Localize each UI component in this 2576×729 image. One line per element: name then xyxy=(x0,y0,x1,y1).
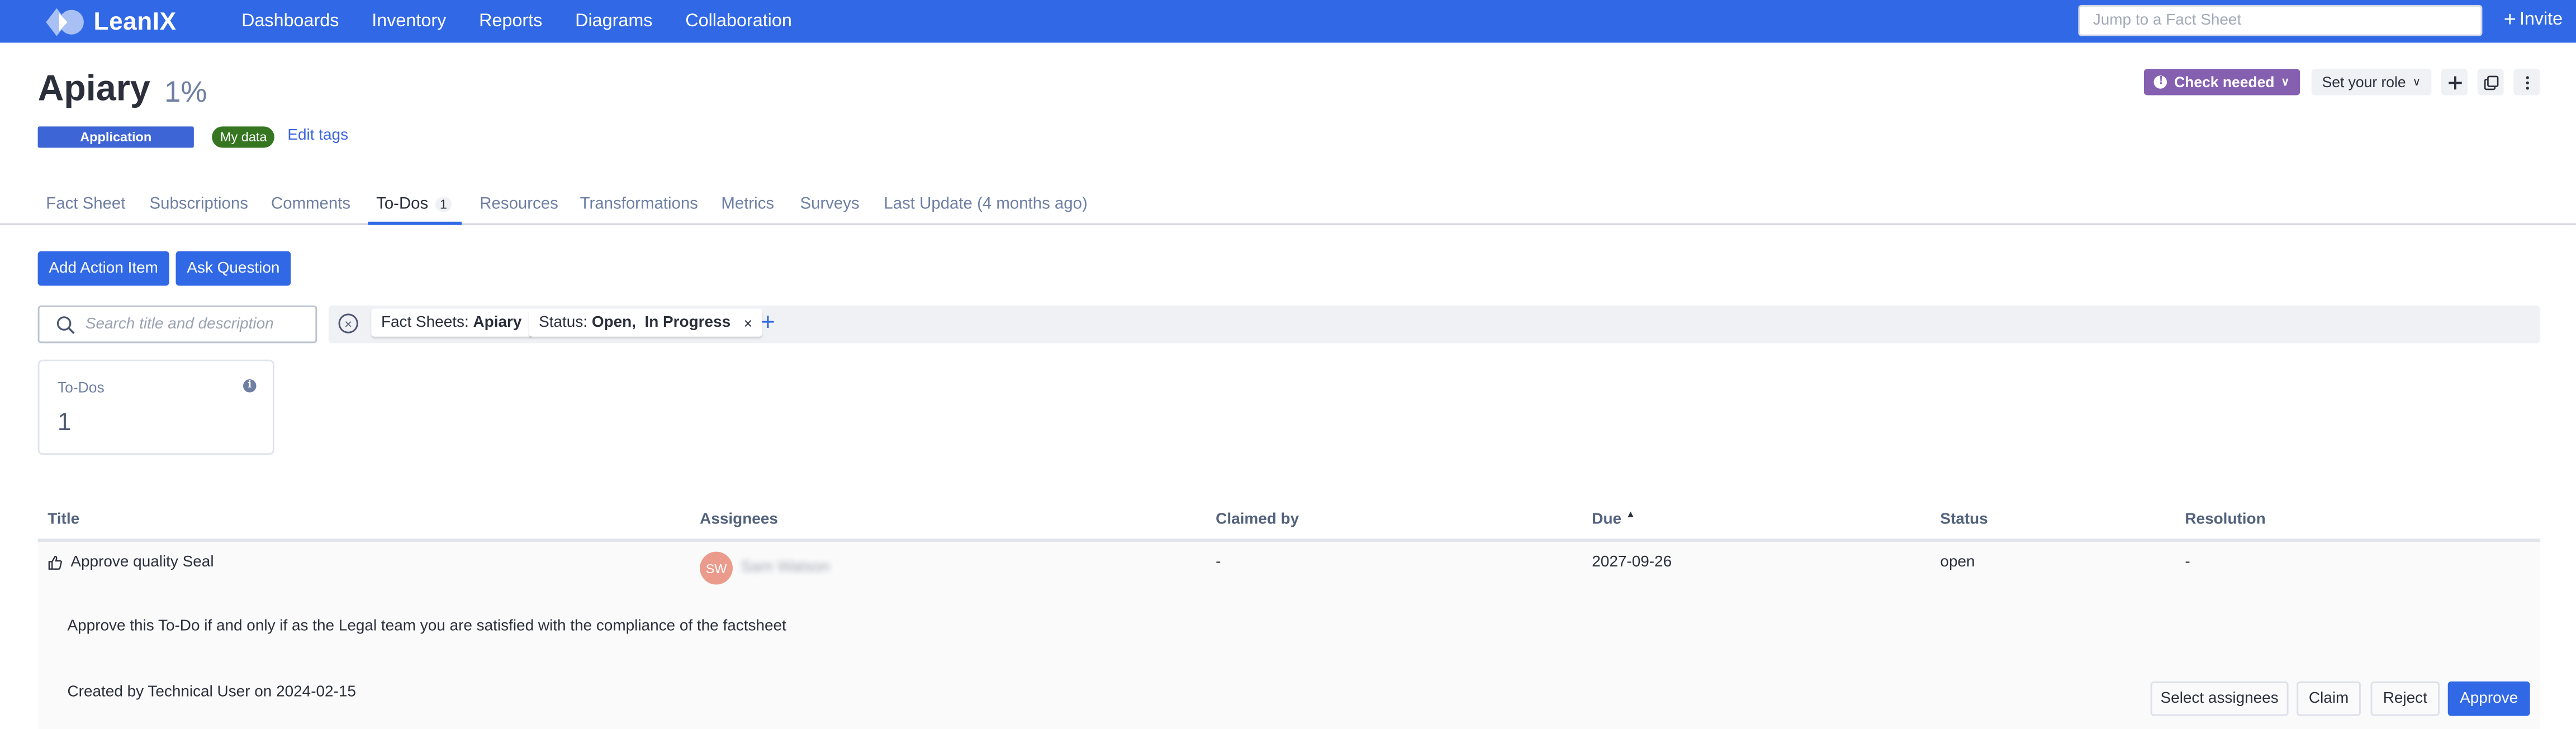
nav-dashboards[interactable]: Dashboards xyxy=(241,12,339,31)
fact-sheet-title: Apiary xyxy=(37,67,150,109)
plus-icon: + xyxy=(760,308,775,337)
tab-to-dos[interactable]: To-Dos 1 xyxy=(376,185,452,222)
todo-title-cell[interactable]: Approve quality Seal xyxy=(48,554,214,571)
todo-description: Approve this To-Do if and only if as the… xyxy=(67,617,786,636)
nav-diagrams[interactable]: Diagrams xyxy=(575,12,652,31)
fact-sheet-tabs: Fact Sheet Subscriptions Comments To-Dos… xyxy=(0,185,2576,225)
status-cell: open xyxy=(1940,553,1975,571)
tab-metrics[interactable]: Metrics xyxy=(721,185,774,222)
check-needed-button[interactable]: ! Check needed ∨ xyxy=(2143,69,2300,96)
avatar[interactable]: SW xyxy=(700,551,733,585)
column-header-title[interactable]: Title xyxy=(48,511,79,528)
close-icon: × xyxy=(344,316,352,331)
check-needed-label: Check needed xyxy=(2174,74,2275,90)
filter-key: Status: xyxy=(539,313,588,332)
nav-inventory[interactable]: Inventory xyxy=(372,12,446,31)
todo-title: Approve quality Seal xyxy=(70,553,214,571)
claim-button[interactable]: Claim xyxy=(2297,681,2361,716)
to-dos-metric-card: To-Dos i 1 xyxy=(37,359,274,455)
remove-filter-icon[interactable]: × xyxy=(744,315,752,331)
set-role-label: Set your role xyxy=(2322,74,2406,90)
top-navigation-bar: LeanIX Dashboards Inventory Reports Diag… xyxy=(0,0,2576,43)
logo-icon xyxy=(46,7,84,36)
page: LeanIX Dashboards Inventory Reports Diag… xyxy=(0,0,2576,729)
invite-button[interactable]: + Invite xyxy=(2504,8,2563,30)
metric-label: To-Dos xyxy=(57,379,105,396)
chevron-down-icon: ∨ xyxy=(2412,77,2421,89)
copy-icon xyxy=(2483,75,2498,89)
select-assignees-button[interactable]: Select assignees xyxy=(2150,681,2289,716)
filter-value: Apiary xyxy=(473,313,522,332)
resolution-cell: - xyxy=(2185,553,2190,571)
info-icon[interactable]: i xyxy=(243,379,257,393)
invite-label: Invite xyxy=(2519,9,2563,29)
filter-bar: × Fact Sheets: Apiary Status: Open, In P… xyxy=(328,305,2540,344)
add-filter-button[interactable]: + xyxy=(761,309,775,337)
plus-icon: + xyxy=(2503,6,2516,31)
thumbs-up-icon xyxy=(48,555,62,570)
tab-comments[interactable]: Comments xyxy=(271,185,350,222)
to-dos-count-badge: 1 xyxy=(435,196,452,211)
active-tab-indicator xyxy=(368,221,462,225)
tab-last-update[interactable]: Last Update (4 months ago) xyxy=(884,185,1087,222)
leanix-logo[interactable]: LeanIX xyxy=(46,7,176,36)
brand-name: LeanIX xyxy=(93,7,177,36)
nav-collaboration[interactable]: Collaboration xyxy=(685,12,792,31)
sort-ascending-icon: ▲ xyxy=(1625,511,1636,521)
assignee-name: Sam Watson xyxy=(741,558,830,576)
filter-chip-fact-sheets[interactable]: Fact Sheets: Apiary xyxy=(371,308,532,337)
tab-to-dos-label: To-Dos xyxy=(376,194,429,213)
due-date-cell: 2027-09-26 xyxy=(1592,553,1672,571)
chevron-down-icon: ∨ xyxy=(2281,77,2290,89)
column-header-assignees[interactable]: Assignees xyxy=(700,511,778,528)
fact-sheet-type-badge: Application xyxy=(37,126,194,148)
more-vertical-icon xyxy=(2525,75,2528,89)
search-input[interactable] xyxy=(82,313,302,335)
tab-fact-sheet[interactable]: Fact Sheet xyxy=(46,185,125,222)
column-header-claimed-by[interactable]: Claimed by xyxy=(1216,511,1299,528)
set-role-dropdown[interactable]: Set your role ∨ xyxy=(2311,69,2432,96)
search-icon xyxy=(56,315,75,333)
todo-search-box xyxy=(37,305,317,344)
exclamation-icon: ! xyxy=(2154,75,2168,89)
add-button[interactable] xyxy=(2441,69,2468,96)
column-header-status[interactable]: Status xyxy=(1940,511,1987,528)
completion-percentage: 1% xyxy=(164,75,207,109)
todo-created-info: Created by Technical User on 2024-02-15 xyxy=(67,683,356,702)
column-header-resolution[interactable]: Resolution xyxy=(2185,511,2265,528)
column-header-due[interactable]: Due ▲ xyxy=(1592,511,1635,528)
nav-reports[interactable]: Reports xyxy=(479,12,542,31)
tab-resources[interactable]: Resources xyxy=(480,185,558,222)
due-header-label: Due xyxy=(1592,511,1622,529)
reject-button[interactable]: Reject xyxy=(2370,681,2440,716)
claimed-by-cell: - xyxy=(1216,553,1221,571)
add-action-item-button[interactable]: Add Action Item xyxy=(37,251,169,286)
jump-to-fact-sheet-input[interactable] xyxy=(2078,4,2483,36)
clear-filters-button[interactable]: × xyxy=(338,313,358,333)
edit-tags-link[interactable]: Edit tags xyxy=(287,126,348,144)
tab-transformations[interactable]: Transformations xyxy=(580,185,698,222)
main-nav: Dashboards Inventory Reports Diagrams Co… xyxy=(241,0,825,42)
metric-value: 1 xyxy=(57,408,72,437)
copy-button[interactable] xyxy=(2477,69,2504,96)
filter-value: Open, In Progress xyxy=(591,313,731,332)
tab-surveys[interactable]: Surveys xyxy=(800,185,859,222)
filter-key: Fact Sheets: xyxy=(381,313,469,332)
tag-my-data[interactable]: My data xyxy=(212,126,276,148)
ask-question-button[interactable]: Ask Question xyxy=(175,251,291,286)
tab-subscriptions[interactable]: Subscriptions xyxy=(149,185,248,222)
plus-icon xyxy=(2447,75,2461,89)
approve-button[interactable]: Approve xyxy=(2447,681,2530,716)
more-options-button[interactable] xyxy=(2513,69,2540,96)
filter-chip-status[interactable]: Status: Open, In Progress × xyxy=(529,308,762,337)
